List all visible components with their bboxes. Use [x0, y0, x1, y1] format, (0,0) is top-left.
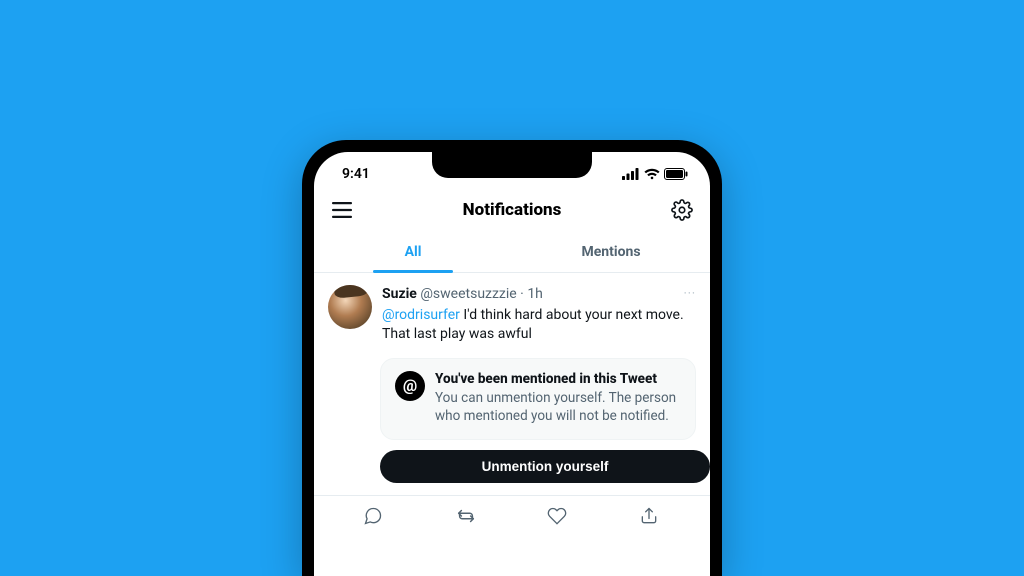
menu-button[interactable]: [330, 198, 354, 222]
retweet-icon[interactable]: [455, 506, 477, 528]
cellular-icon: [622, 168, 640, 180]
tabs: All Mentions: [314, 232, 710, 273]
page-title: Notifications: [463, 200, 562, 220]
unmention-button[interactable]: Unmention yourself: [380, 450, 710, 483]
callout-title: You've been mentioned in this Tweet: [435, 371, 681, 387]
tweet-more-button[interactable]: ···: [684, 285, 696, 301]
phone-notch: [432, 152, 592, 178]
tweet-text: @rodrisurfer I'd think hard about your n…: [382, 306, 696, 344]
tweet-mention-link[interactable]: @rodrisurfer: [382, 307, 460, 323]
at-icon: @: [395, 371, 425, 401]
wifi-icon: [644, 168, 660, 180]
phone-screen: 9:41 Notifications: [314, 152, 710, 576]
like-icon[interactable]: [547, 506, 569, 528]
avatar[interactable]: [328, 285, 372, 329]
header: Notifications: [314, 196, 710, 232]
tab-all[interactable]: All: [314, 232, 512, 272]
tweet-header: Suzie @sweetsuzzzie · 1h ···: [382, 285, 696, 304]
tweet-actions: [314, 495, 710, 528]
share-icon[interactable]: [639, 506, 661, 528]
tab-mentions[interactable]: Mentions: [512, 232, 710, 272]
tweet-author-handle[interactable]: @sweetsuzzzie: [420, 286, 516, 302]
notification-item[interactable]: Suzie @sweetsuzzzie · 1h ··· @rodrisurfe…: [314, 273, 710, 348]
mention-callout: @ You've been mentioned in this Tweet Yo…: [380, 358, 696, 440]
callout-description: You can unmention yourself. The person w…: [435, 389, 681, 425]
tweet-time: 1h: [527, 286, 543, 302]
battery-icon: [664, 168, 688, 180]
phone-frame: 9:41 Notifications: [302, 140, 722, 576]
tweet-author-name[interactable]: Suzie: [382, 286, 417, 302]
reply-icon[interactable]: [363, 506, 385, 528]
settings-button[interactable]: [670, 198, 694, 222]
status-time: 9:41: [342, 166, 370, 182]
